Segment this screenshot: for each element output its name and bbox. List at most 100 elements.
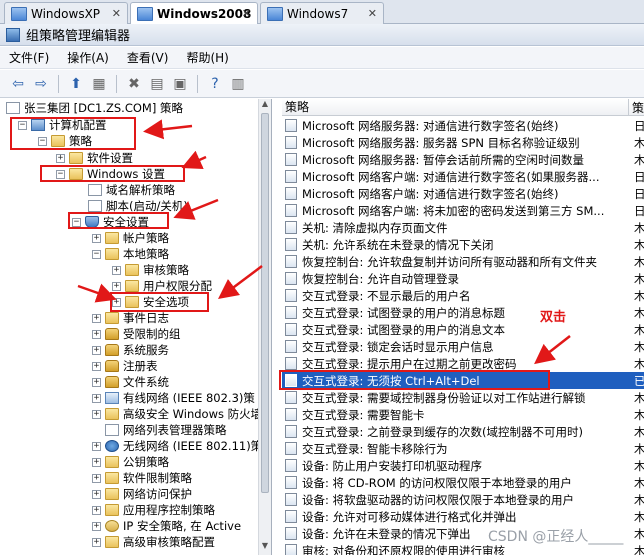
tree-node-app-control[interactable]: + 应用程序控制策略 [92, 502, 215, 518]
column-header-policy[interactable]: 策略 [282, 99, 629, 116]
menu-view[interactable]: 查看(V) [118, 49, 178, 66]
tree-label: IP 安全策略, 在 Active [123, 519, 242, 533]
expand-toggle[interactable]: + [92, 313, 101, 323]
policy-row[interactable]: 恢复控制台: 允许软盘复制并访问所有驱动器和所有文件夹 木 [282, 253, 644, 270]
tree-node-software-settings[interactable]: + 软件设置 [56, 150, 133, 166]
policy-row[interactable]: 交互式登录: 锁定会话时显示用户信息 木 [282, 338, 644, 355]
policy-row[interactable]: 设备: 防止用户安装打印机驱动程序 木 [282, 457, 644, 474]
tree-node-wireless-network[interactable]: + 无线网络 (IEEE 802.11)策 [92, 438, 262, 454]
expand-toggle[interactable]: + [92, 393, 101, 403]
expand-toggle[interactable]: + [92, 329, 101, 339]
folder-icon [105, 456, 119, 468]
tree-node-advanced-firewall[interactable]: + 高级安全 Windows 防火墙 [92, 406, 262, 422]
tree-node-advanced-audit[interactable]: + 高级审核策略配置 [92, 534, 215, 550]
expand-toggle[interactable]: + [92, 441, 101, 451]
tree-node-audit-policy[interactable]: + 审核策略 [112, 262, 189, 278]
expand-toggle[interactable]: + [92, 473, 101, 483]
policy-row[interactable]: Microsoft 网络服务器: 对通信进行数字签名(始终) 日 [282, 117, 644, 134]
scroll-down-icon[interactable]: ▼ [259, 541, 271, 553]
tree-node-restricted-groups[interactable]: + 受限制的组 [92, 326, 181, 342]
policy-row[interactable]: 交互式登录: 之前登录到缓存的次数(域控制器不可用时) 木 [282, 423, 644, 440]
policy-name: 设备: 将 CD-ROM 的访问权限仅限于本地登录的用户 [302, 475, 572, 490]
policy-row[interactable]: 关机: 允许系统在未登录的情况下关闭 木 [282, 236, 644, 253]
tree-root[interactable]: 张三集团 [DC1.ZS.COM] 策略 [6, 100, 183, 116]
back-arrow-icon[interactable]: ⇦ [8, 74, 28, 94]
vm-tab-windowsxp[interactable]: WindowsXP ✕ [4, 2, 128, 24]
policy-row[interactable]: 交互式登录: 需要域控制器身份验证以对工作站进行解锁 木 [282, 389, 644, 406]
tree-label: 软件限制策略 [123, 471, 192, 485]
tree-label: 审核策略 [143, 263, 189, 277]
policy-row[interactable]: Microsoft 网络服务器: 暂停会话前所需的空闲时间数量 木 [282, 151, 644, 168]
tree-scrollbar[interactable]: ▲ ▼ [258, 99, 271, 555]
policy-row[interactable]: 交互式登录: 试图登录的用户的消息文本 木 [282, 321, 644, 338]
expand-toggle[interactable]: + [92, 233, 101, 243]
show-hide-tree-icon[interactable]: ▦ [89, 74, 109, 94]
vm-tab-windows2008[interactable]: Windows2008 ✕ [130, 2, 258, 25]
policy-row[interactable]: 交互式登录: 试图登录的用户的消息标题 木 [282, 304, 644, 321]
policy-row[interactable]: Microsoft 网络客户端: 对通信进行数字签名(如果服务器... 日 [282, 168, 644, 185]
policy-setting-icon [285, 442, 297, 455]
column-header-setting[interactable]: 策 [629, 99, 644, 116]
policy-row[interactable]: 设备: 将软盘驱动器的访问权限仅限于本地登录的用户 木 [282, 491, 644, 508]
policy-row[interactable]: 交互式登录: 需要智能卡 木 [282, 406, 644, 423]
policy-row[interactable]: 交互式登录: 不显示最后的用户名 木 [282, 287, 644, 304]
tree-node-public-key-policies[interactable]: + 公钥策略 [92, 454, 169, 470]
expand-toggle[interactable]: + [92, 537, 101, 547]
policy-row[interactable]: 恢复控制台: 允许自动管理登录 木 [282, 270, 644, 287]
expand-toggle[interactable]: + [92, 361, 101, 371]
tree-node-ip-security[interactable]: + IP 安全策略, 在 Active [92, 518, 241, 534]
close-icon[interactable]: ✕ [368, 7, 377, 20]
tree-label: 事件日志 [123, 311, 169, 325]
close-icon[interactable]: ✕ [242, 7, 251, 20]
tree-node-file-system[interactable]: + 文件系统 [92, 374, 169, 390]
up-folder-icon[interactable]: ⬆ [66, 74, 86, 94]
policy-row[interactable]: Microsoft 网络客户端: 对通信进行数字签名(始终) 日 [282, 185, 644, 202]
show-pane-icon[interactable]: ▥ [228, 74, 248, 94]
expand-toggle[interactable]: + [92, 409, 101, 419]
properties-icon[interactable]: ▤ [147, 74, 167, 94]
expand-toggle[interactable]: + [92, 457, 101, 467]
vm-tab-label: WindowsXP [31, 6, 101, 21]
delete-icon[interactable]: ✖ [124, 74, 144, 94]
tree-node-network-list-manager[interactable]: 网络列表管理器策略 [105, 422, 227, 438]
forward-arrow-icon[interactable]: ⇨ [31, 74, 51, 94]
scroll-up-icon[interactable]: ▲ [259, 99, 271, 111]
tree-node-registry[interactable]: + 注册表 [92, 358, 158, 374]
help-icon[interactable]: ? [205, 74, 225, 94]
collapse-toggle[interactable]: − [92, 249, 101, 259]
tree-node-name-resolution-policy[interactable]: 域名解析策略 [88, 182, 175, 198]
expand-toggle[interactable]: + [112, 265, 121, 275]
expand-toggle[interactable]: + [56, 153, 65, 163]
policy-row[interactable]: Microsoft 网络服务器: 服务器 SPN 目标名称验证级别 木 [282, 134, 644, 151]
menu-action[interactable]: 操作(A) [58, 49, 118, 66]
policy-row[interactable]: Microsoft 网络客户端: 将未加密的密码发送到第三方 SM... 日 [282, 202, 644, 219]
policy-row[interactable]: 交互式登录: 智能卡移除行为 木 [282, 440, 644, 457]
expand-toggle[interactable]: + [92, 505, 101, 515]
scroll-thumb[interactable] [261, 113, 269, 493]
policy-setting-icon [285, 425, 297, 438]
tree-node-event-log[interactable]: + 事件日志 [92, 310, 169, 326]
expand-toggle[interactable]: + [92, 345, 101, 355]
tree-node-account-policies[interactable]: + 帐户策略 [92, 230, 169, 246]
tree-label: 文件系统 [123, 375, 169, 389]
expand-toggle[interactable]: + [92, 489, 101, 499]
export-list-icon[interactable]: ▣ [170, 74, 190, 94]
policy-row[interactable]: 关机: 清除虚拟内存页面文件 木 [282, 219, 644, 236]
expand-toggle[interactable]: + [92, 521, 101, 531]
policy-row[interactable]: 设备: 允许对可移动媒体进行格式化并弹出 木 [282, 508, 644, 525]
vm-tab-windows7[interactable]: Windows7 ✕ [260, 2, 384, 24]
expand-toggle[interactable]: + [112, 281, 121, 291]
policy-list[interactable]: 策略 策 Microsoft 网络服务器: 对通信进行数字签名(始终) 日 Micr… [282, 99, 644, 555]
policy-setting-value: 日 [634, 118, 644, 133]
close-icon[interactable]: ✕ [112, 7, 121, 20]
tree-node-system-services[interactable]: + 系统服务 [92, 342, 169, 358]
policy-row[interactable]: 设备: 将 CD-ROM 的访问权限仅限于本地登录的用户 木 [282, 474, 644, 491]
menu-help[interactable]: 帮助(H) [177, 49, 237, 66]
expand-toggle[interactable]: + [92, 377, 101, 387]
tree-node-software-restriction[interactable]: + 软件限制策略 [92, 470, 192, 486]
tree-node-network-access-protection[interactable]: + 网络访问保护 [92, 486, 192, 502]
tree-node-local-policies[interactable]: − 本地策略 [92, 246, 169, 262]
menu-file[interactable]: 文件(F) [0, 49, 58, 66]
tree-node-wired-network[interactable]: + 有线网络 (IEEE 802.3)策 [92, 390, 255, 406]
lock-folder-icon [105, 344, 119, 356]
